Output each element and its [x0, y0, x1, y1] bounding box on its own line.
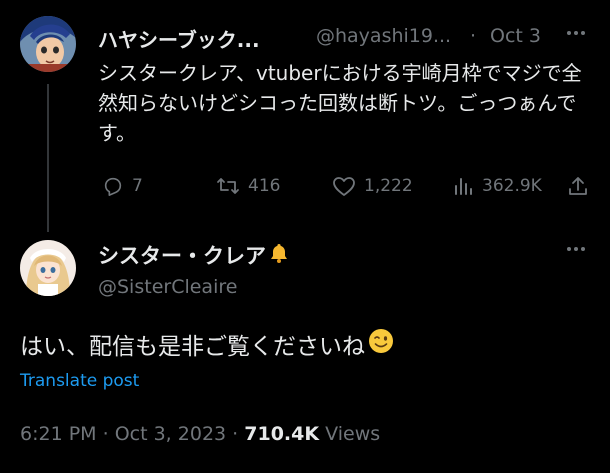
tweet2-date[interactable]: Oct 3, 2023: [115, 423, 226, 445]
tweet1-date[interactable]: Oct 3: [490, 25, 541, 47]
wink-emoji-icon: [367, 327, 395, 361]
tweet2-name-text: シスター・クレア: [98, 244, 266, 268]
share-icon: [567, 175, 589, 197]
reply-count: 7: [132, 176, 143, 196]
retweet-button[interactable]: 416: [216, 173, 280, 199]
reply-icon: [102, 175, 124, 197]
tweet2-views-label: Views: [325, 423, 381, 445]
tweet1-text: シスタークレア、vtuberにおける宇崎月枠でマジで全然知らないけどシコった回数…: [98, 61, 582, 145]
tweet2-separator: ·: [102, 423, 109, 445]
bell-emoji-icon: [269, 242, 289, 269]
views-button[interactable]: 362.9K: [452, 173, 542, 199]
like-icon: [332, 175, 356, 197]
more-icon[interactable]: [565, 238, 587, 265]
view-count: 362.9K: [482, 176, 542, 196]
tweet2-view-count: 710.4K: [244, 423, 320, 445]
like-count: 1,222: [364, 176, 413, 196]
tweet2-text: はい、配信も是非ご覧くださいね: [20, 327, 395, 361]
views-icon: [452, 175, 474, 197]
retweet-icon: [216, 175, 240, 197]
tweet1-display-name[interactable]: ハヤシーブック...: [98, 24, 260, 53]
tweet2-separator2: ·: [232, 423, 239, 445]
tweet2-display-name[interactable]: シスター・クレア: [98, 240, 289, 270]
reply-button[interactable]: 7: [102, 173, 143, 199]
tweet2-text-body: はい、配信も是非ご覧くださいね: [20, 334, 365, 360]
tweet2-handle[interactable]: @SisterCleaire: [98, 276, 237, 298]
tweet2-time[interactable]: 6:21 PM: [20, 423, 97, 445]
tweet1-separator: ·: [470, 25, 477, 47]
avatar-hayashi[interactable]: [20, 16, 76, 72]
more-icon[interactable]: [565, 22, 587, 49]
translate-post-link[interactable]: Translate post: [20, 371, 139, 391]
retweet-count: 416: [248, 176, 281, 196]
share-button[interactable]: [567, 173, 589, 199]
avatar-sister-cleaire[interactable]: [20, 240, 76, 296]
thread-connector-line: [47, 84, 49, 232]
tweet1-handle[interactable]: @hayashi19...: [316, 25, 451, 47]
like-button[interactable]: 1,222: [332, 173, 413, 199]
tweet2-meta: 6:21 PM · Oct 3, 2023 · 710.4K Views: [20, 423, 380, 445]
